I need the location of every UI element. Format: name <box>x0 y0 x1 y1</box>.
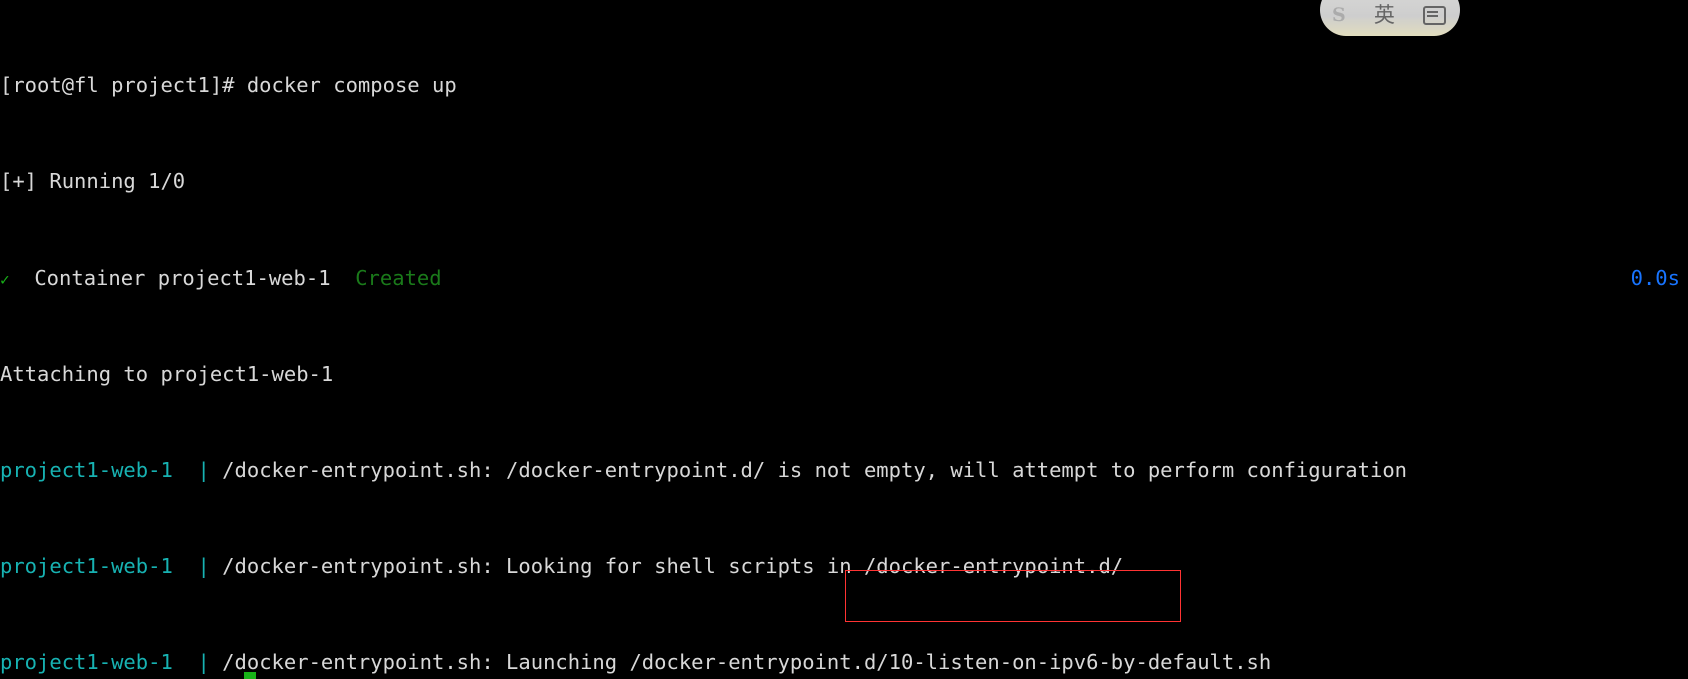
log-separator: | <box>172 457 223 482</box>
log-separator: | <box>172 650 223 675</box>
terminal-log-line: project1-web-1 | /docker-entrypoint.sh: … <box>0 650 1688 674</box>
terminal-line: [+] Running 1/0 <box>0 169 1688 193</box>
check-icon: ✓ <box>0 269 10 289</box>
log-separator: | <box>172 554 223 579</box>
terminal-output: [root@fl project1]# docker compose up [+… <box>0 0 1688 679</box>
keyboard-icon[interactable] <box>1422 5 1446 25</box>
container-prefix: project1-web-1 <box>0 650 173 675</box>
status-created: Created <box>355 265 442 290</box>
container-prefix: project1-web-1 <box>0 457 173 482</box>
terminal-cursor <box>244 672 256 679</box>
terminal-line: [root@fl project1]# docker compose up <box>0 73 1688 97</box>
timing-created: 0.0s <box>1630 265 1680 290</box>
log-message: /docker-entrypoint.sh: Looking for shell… <box>222 554 1124 579</box>
container-created-label: Container project1-web-1 <box>9 265 356 290</box>
ime-status-bar[interactable]: S 英 <box>1320 0 1460 36</box>
terminal-window[interactable]: [root@fl project1]# docker compose up [+… <box>0 0 1688 679</box>
terminal-log-line: project1-web-1 | /docker-entrypoint.sh: … <box>0 458 1688 482</box>
container-prefix: project1-web-1 <box>0 554 173 579</box>
log-message: /docker-entrypoint.sh: Launching /docker… <box>222 650 1272 675</box>
log-message: /docker-entrypoint.sh: /docker-entrypoin… <box>222 457 1408 482</box>
terminal-log-line: project1-web-1 | /docker-entrypoint.sh: … <box>0 554 1688 578</box>
terminal-line-container-created: ✓ Container project1-web-1 Created 0.0s <box>0 266 1688 290</box>
terminal-line: Attaching to project1-web-1 <box>0 362 1688 386</box>
running-summary: [+] Running 1/0 <box>0 169 186 194</box>
attaching-line: Attaching to project1-web-1 <box>0 361 334 386</box>
ime-mode-indicator[interactable]: 英 <box>1374 0 1395 27</box>
sogou-logo-icon[interactable]: S <box>1332 0 1346 25</box>
command-line-docker-compose-up: [root@fl project1]# docker compose up <box>0 73 457 98</box>
